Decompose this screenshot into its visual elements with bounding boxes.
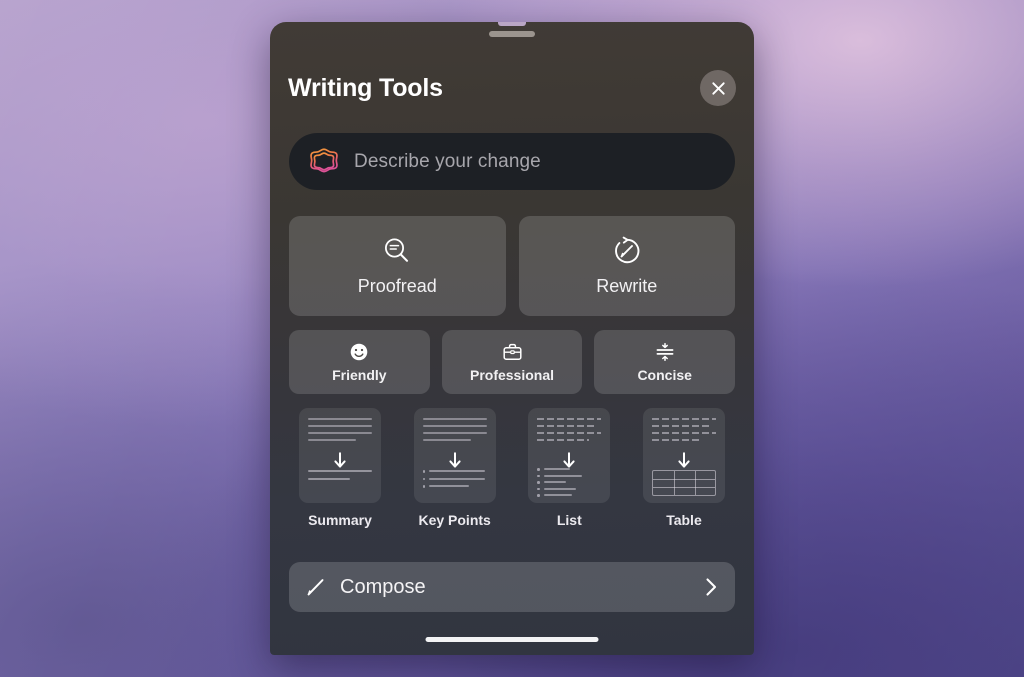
compose-label: Compose (340, 575, 426, 598)
transform-cards-row: Summary Key Points List Table (289, 408, 735, 539)
arrow-down-icon (449, 452, 461, 468)
summary-label: Summary (308, 512, 372, 528)
smiley-face-icon (351, 343, 368, 360)
describe-change-input[interactable]: Describe your change (289, 133, 735, 190)
close-icon (711, 81, 725, 95)
friendly-button[interactable]: Friendly (289, 330, 430, 394)
table-result-grid (651, 470, 716, 496)
key-points-result-bullets (422, 470, 487, 493)
key-points-card[interactable]: Key Points (404, 408, 506, 539)
key-points-label: Key Points (418, 512, 491, 528)
table-source-lines (651, 418, 716, 446)
home-indicator[interactable] (425, 637, 599, 642)
summary-source-lines (308, 418, 372, 446)
table-label: Table (666, 512, 702, 528)
rewrite-rotate-pen-icon (614, 236, 640, 264)
list-label: List (556, 512, 582, 528)
table-card[interactable]: Table (633, 408, 735, 539)
sheet-top-notch (498, 22, 526, 26)
arrow-down-icon (334, 452, 346, 468)
proofread-label: Proofread (357, 276, 437, 296)
professional-button[interactable]: Professional (441, 330, 583, 394)
key-points-thumbnail-icon (413, 408, 496, 503)
apple-intelligence-icon (310, 147, 338, 172)
primary-actions-row: Proofread Rewrite (289, 216, 735, 316)
table-thumbnail-icon (642, 408, 725, 503)
panel-header: Writing Tools (270, 58, 754, 118)
list-card[interactable]: List (518, 408, 620, 539)
chevron-right-icon (706, 578, 717, 596)
list-result-bullets (537, 468, 601, 497)
summary-card[interactable]: Summary (289, 408, 391, 539)
tone-actions-row: Friendly Professional Concise (289, 330, 736, 394)
page-title: Writing Tools (288, 73, 443, 102)
arrow-down-icon (678, 452, 690, 468)
briefcase-icon (502, 343, 522, 360)
professional-label: Professional (469, 366, 555, 383)
rewrite-label: Rewrite (596, 276, 658, 296)
describe-change-placeholder: Describe your change (354, 150, 541, 172)
sheet-grabber-handle[interactable] (489, 31, 535, 37)
proofread-button[interactable]: Proofread (289, 216, 506, 316)
summary-thumbnail-icon (299, 408, 381, 503)
list-thumbnail-icon (528, 408, 611, 503)
key-points-source-lines (422, 418, 487, 446)
summary-result-lines (308, 470, 372, 486)
friendly-label: Friendly (332, 366, 387, 383)
writing-tools-panel: Writing Tools Describe your change Proof… (270, 22, 754, 655)
close-button[interactable] (700, 70, 736, 106)
compress-arrows-icon (656, 342, 674, 361)
list-source-lines (537, 418, 602, 446)
concise-label: Concise (637, 366, 692, 383)
rewrite-button[interactable]: Rewrite (518, 216, 735, 316)
compose-button[interactable]: Compose (289, 562, 735, 612)
concise-button[interactable]: Concise (594, 330, 736, 394)
pencil-icon (307, 579, 324, 596)
arrow-down-icon (563, 452, 575, 468)
proofread-magnifier-icon (385, 238, 409, 262)
